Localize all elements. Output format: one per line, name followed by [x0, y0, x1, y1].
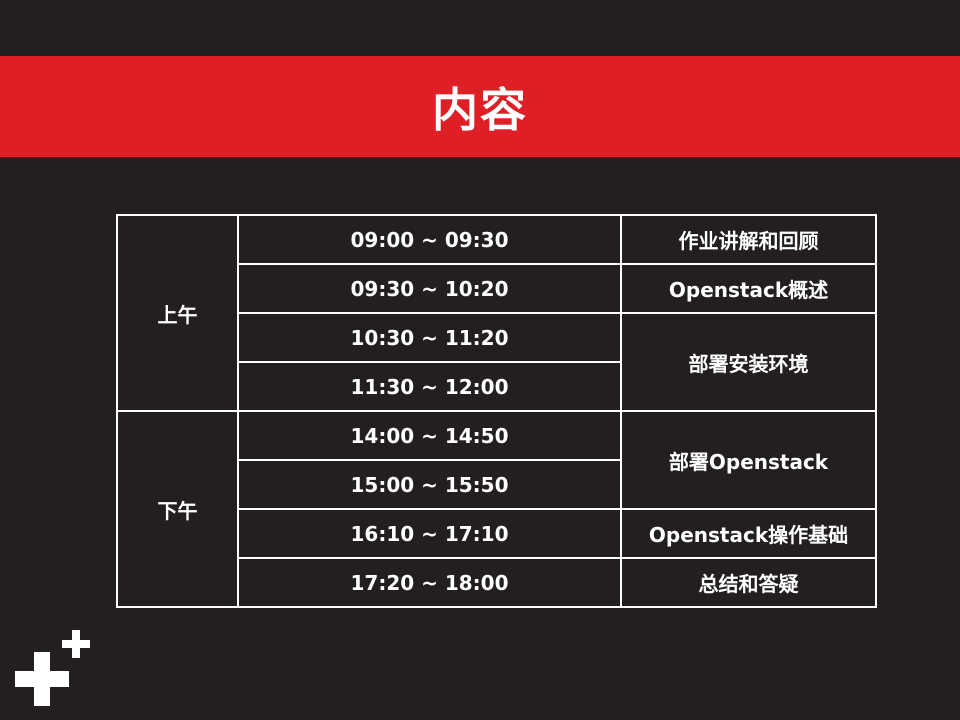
topic-cell: 作业讲解和回顾	[620, 214, 877, 265]
topic-cell: Openstack概述	[620, 263, 877, 314]
plus-small-icon	[62, 630, 90, 658]
plus-large-icon	[15, 652, 69, 706]
time-cell: 17:20 ~ 18:00	[237, 557, 622, 608]
period-cell: 下午	[116, 410, 239, 608]
topic-cell: 部署安装环境	[620, 312, 877, 412]
time-cell: 09:30 ~ 10:20	[237, 263, 622, 314]
time-cell: 11:30 ~ 12:00	[237, 361, 622, 412]
page-title: 内容	[432, 82, 528, 137]
schedule-table: 上午 09:00 ~ 09:30 作业讲解和回顾 09:30 ~ 10:20 O…	[116, 214, 877, 608]
time-cell: 15:00 ~ 15:50	[237, 459, 622, 510]
title-banner: 内容	[0, 56, 960, 157]
topic-cell: 总结和答疑	[620, 557, 877, 608]
time-cell: 16:10 ~ 17:10	[237, 508, 622, 559]
topic-cell: Openstack操作基础	[620, 508, 877, 559]
time-cell: 09:00 ~ 09:30	[237, 214, 622, 265]
table-row: 上午 09:00 ~ 09:30 作业讲解和回顾	[116, 214, 877, 412]
topic-cell: 部署Openstack	[620, 410, 877, 510]
time-cell: 14:00 ~ 14:50	[237, 410, 622, 461]
period-cell: 上午	[116, 214, 239, 412]
table-row: 下午 14:00 ~ 14:50 部署Openstack	[116, 410, 877, 608]
time-cell: 10:30 ~ 11:20	[237, 312, 622, 363]
